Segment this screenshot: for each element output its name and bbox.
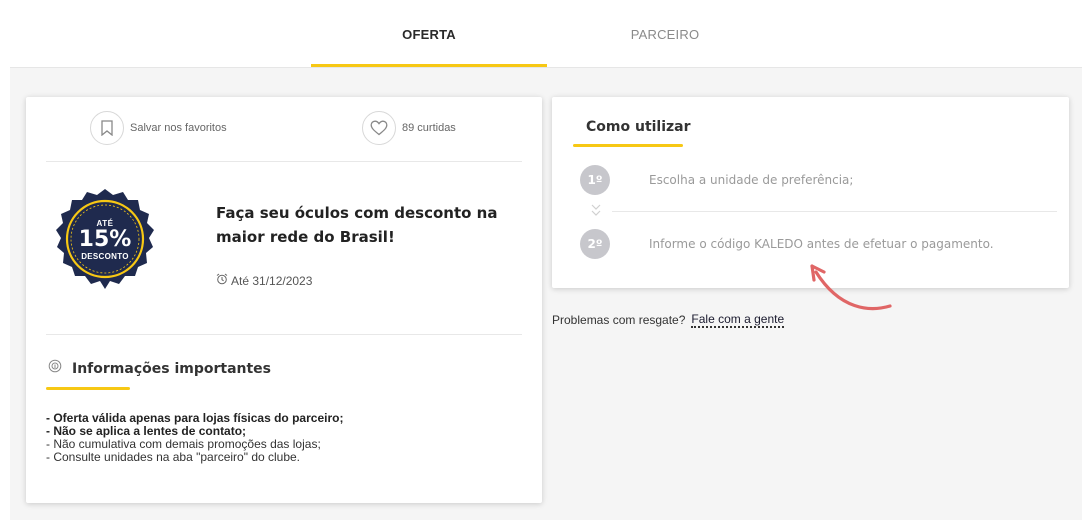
step-number-2: 2º <box>580 229 610 259</box>
step-number-1: 1º <box>580 165 610 195</box>
step-divider <box>612 211 1057 212</box>
problems-row: Problemas com resgate? Fale com a gente <box>552 313 785 328</box>
contact-link[interactable]: Fale com a gente <box>691 313 785 328</box>
chevron-double-down-icon <box>591 204 601 216</box>
divider <box>46 334 522 335</box>
info-item: - Consulte unidades na aba "parceiro" do… <box>46 450 301 464</box>
how-to-title: Como utilizar <box>586 119 691 135</box>
step-text-2: Informe o código KALEDO antes de efetuar… <box>649 237 994 251</box>
badge-bottom-text: DESCONTO <box>81 252 129 261</box>
info-circle-icon <box>48 359 62 378</box>
likes-count: 89 curtidas <box>402 122 456 134</box>
divider <box>46 161 522 162</box>
info-header: Informações importantes <box>48 359 271 378</box>
info-underline <box>46 387 130 390</box>
offer-card: Salvar nos favoritos 89 curtidas ATÉ 15%… <box>26 97 542 503</box>
curved-arrow-icon <box>810 264 892 311</box>
tab-oferta[interactable]: OFERTA <box>311 0 547 68</box>
offer-title: Faça seu óculos com desconto na maior re… <box>216 204 498 246</box>
info-list: - Oferta válida apenas para lojas física… <box>46 412 526 464</box>
heart-icon <box>362 111 396 145</box>
offer-date-text: Até 31/12/2023 <box>231 273 313 288</box>
problems-text: Problemas com resgate? <box>552 313 686 327</box>
like-button[interactable]: 89 curtidas <box>362 111 456 145</box>
alarm-clock-icon <box>216 273 228 288</box>
save-favorite-button[interactable]: Salvar nos favoritos <box>90 111 227 145</box>
step-text-1: Escolha a unidade de preferência; <box>649 173 854 187</box>
save-favorite-label: Salvar nos favoritos <box>130 122 227 134</box>
offer-expiry: Até 31/12/2023 <box>216 273 312 288</box>
badge-text: ATÉ 15% DESCONTO <box>46 181 164 299</box>
tab-parceiro[interactable]: PARCEIRO <box>547 0 783 68</box>
how-to-card: Como utilizar 1º Escolha a unidade de pr… <box>552 97 1069 288</box>
info-title: Informações importantes <box>72 360 272 377</box>
tab-bar: OFERTA PARCEIRO <box>0 0 1092 68</box>
badge-percent: 15% <box>78 227 132 252</box>
bookmark-icon <box>90 111 124 145</box>
how-to-underline <box>573 144 683 147</box>
discount-badge: ATÉ 15% DESCONTO <box>46 178 164 296</box>
